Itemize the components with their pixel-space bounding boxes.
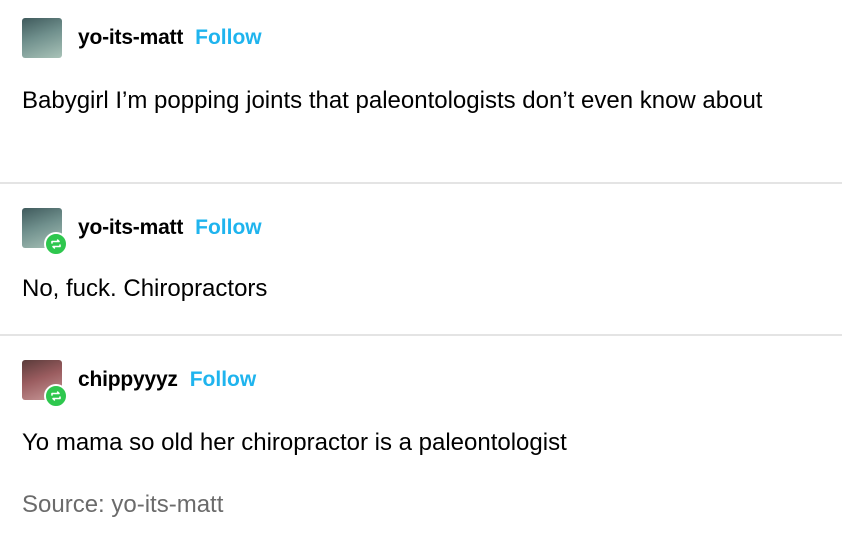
- avatar[interactable]: [22, 18, 62, 58]
- follow-button[interactable]: Follow: [190, 368, 257, 392]
- username[interactable]: yo-its-matt: [78, 26, 183, 50]
- username[interactable]: chippyyyz: [78, 368, 178, 392]
- post-text: Yo mama so old her chiropractor is a pal…: [22, 429, 567, 456]
- username[interactable]: yo-its-matt: [78, 216, 183, 240]
- source-link[interactable]: Source: yo-its-matt: [22, 486, 223, 524]
- avatar[interactable]: [22, 208, 68, 256]
- post-header: chippyyyz Follow: [22, 360, 257, 408]
- post-reblog: chippyyyz Follow Yo mama so old her chir…: [0, 336, 842, 534]
- reblog-icon: [44, 232, 68, 256]
- post-header: yo-its-matt Follow: [22, 18, 262, 58]
- post-header: yo-its-matt Follow: [22, 208, 262, 256]
- follow-button[interactable]: Follow: [195, 216, 262, 240]
- reblog-icon: [44, 384, 68, 408]
- post-text: No, fuck. Chiropractors: [22, 275, 268, 302]
- post-original: yo-its-matt Follow Babygirl I’m popping …: [0, 0, 842, 184]
- avatar[interactable]: [22, 360, 68, 408]
- follow-button[interactable]: Follow: [195, 26, 262, 50]
- post-reblog: yo-its-matt Follow No, fuck. Chiropracto…: [0, 184, 842, 336]
- post-text: Babygirl I’m popping joints that paleont…: [22, 87, 763, 114]
